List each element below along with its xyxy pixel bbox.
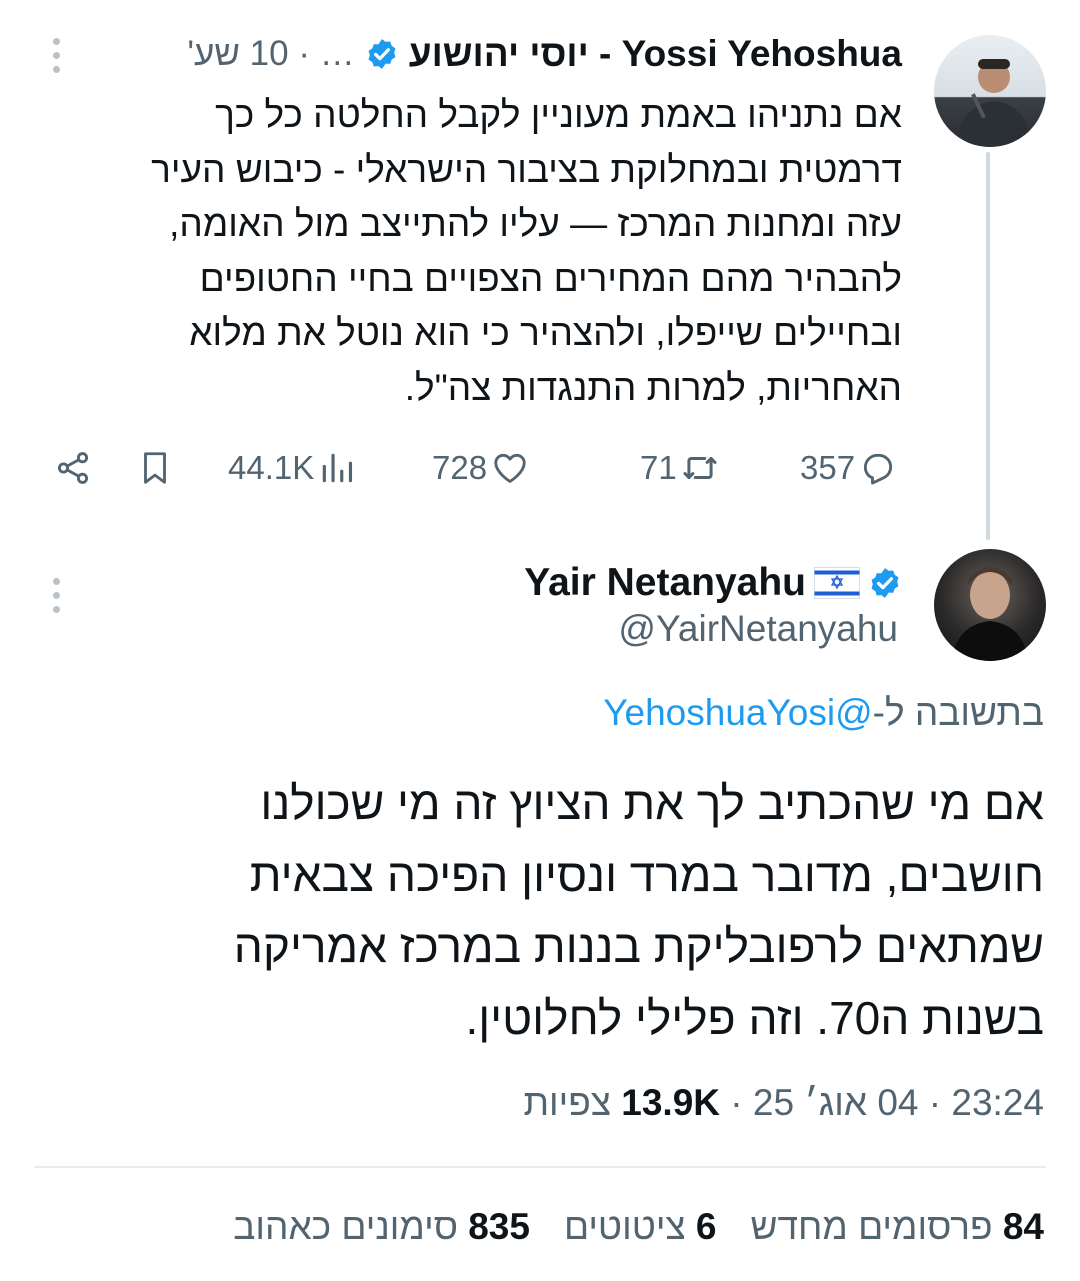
verified-badge-icon	[368, 39, 396, 69]
heart-icon	[494, 453, 526, 483]
tweet-text-line: אם מי שהכתיב לך את הציוץ זה מי שכולנו	[260, 777, 1044, 829]
time-date[interactable]: 23:24 · 04 אוג׳ 25 ·	[720, 1082, 1044, 1123]
tweet-text-line: ובחיילים שייפלו, ולהצהיר כי הוא נוטל את …	[189, 312, 902, 353]
reply-tweet-text: אם מי שהכתיב לך את הציוץ זה מי שכולנו חו…	[144, 768, 1044, 1054]
reply-tweet-header: Yair Netanyahu	[524, 556, 902, 610]
author-name[interactable]: יוסי יהושוע - Yossi Yehoshua	[409, 33, 902, 75]
views-label: צפיות	[523, 1082, 622, 1123]
reposts-count: 84	[1002, 1206, 1044, 1247]
tweet-text-line: בשנות ה70. וזה פלילי לחלוטין.	[465, 991, 1044, 1044]
likes-stat[interactable]: 835 סימונים כאהוב	[233, 1206, 530, 1248]
parent-tweet-header: יוסי יהושוע - Yossi Yehoshua … · 10 שע'	[187, 30, 902, 78]
share-button[interactable]	[54, 440, 92, 496]
tweet-timestamp: 23:24 · 04 אוג׳ 25 · 13.9K צפיות	[523, 1082, 1044, 1124]
reply-button[interactable]: 357	[800, 440, 897, 496]
likes-count: 835	[468, 1206, 530, 1247]
avatar[interactable]	[934, 549, 1046, 661]
tweet-text-line: להבהיר מהם המחירים הצפויים בחיי החטופים	[199, 257, 902, 299]
retweet-button[interactable]: 71	[640, 440, 719, 496]
tweet-text-line: אם נתניהו באמת מעוניין לקבל החלטה כל כך	[215, 94, 902, 135]
replying-to-label: בתשובה ל-	[872, 692, 1044, 733]
reply-icon	[863, 453, 893, 485]
views-count: 13.9K	[621, 1082, 721, 1123]
tweet-text-line: עזה ומחנות המרכז — עליו להתייצב מול האומ…	[169, 203, 902, 244]
author-name[interactable]: Yair Netanyahu	[524, 561, 806, 605]
avatar[interactable]	[934, 35, 1046, 147]
tweet-text-line: דרמטית ובמחלוקת בציבור הישראלי - כיבוש ה…	[151, 148, 902, 190]
quotes-label: ציטוטים	[563, 1206, 696, 1247]
person-photo-icon	[952, 567, 1028, 661]
retweet-icon	[683, 456, 717, 480]
reposts-label: פרסומים מחדש	[750, 1206, 1003, 1247]
israel-flag-icon	[814, 567, 860, 599]
quotes-stat[interactable]: 6 ציטוטים	[564, 1206, 717, 1248]
tweet-meta: … · 10 שע'	[187, 34, 355, 73]
views-count: 44.1K	[228, 449, 315, 486]
parent-tweet-text: אם נתניהו באמת מעוניין לקבל החלטה כל כך …	[42, 88, 902, 415]
analytics-icon	[323, 453, 353, 483]
replying-to: בתשובה ל-@YehoshuaYosi	[603, 692, 1044, 734]
quotes-count: 6	[695, 1206, 717, 1247]
likes-label: סימונים כאהוב	[233, 1206, 469, 1247]
bookmark-icon	[144, 452, 166, 484]
author-handle[interactable]: @YairNetanyahu	[618, 608, 898, 650]
more-options-icon[interactable]	[49, 38, 63, 73]
person-photo-icon	[956, 59, 1032, 147]
verified-badge-icon	[871, 568, 899, 598]
tweet-actions-bar: 44.1K 728 71 357	[0, 440, 1080, 496]
engagement-stats: 84 פרסומים מחדש 6 ציטוטים 835 סימונים כא…	[233, 1206, 1044, 1248]
share-icon	[57, 452, 89, 484]
retweets-count: 71	[640, 449, 677, 486]
tweet-text-line: חושבים, מדובר במרד ונסיון הפיכה צבאית	[249, 848, 1044, 901]
likes-count: 728	[432, 449, 488, 486]
views-button[interactable]: 44.1K	[228, 440, 356, 496]
replies-count: 357	[800, 449, 856, 486]
mention-link[interactable]: @YehoshuaYosi	[603, 692, 872, 733]
tweet-text-line: האחריות, למרות התנגדות צה"ל.	[404, 366, 902, 408]
tweet-text-line: שמתאים לרפובליקת בננות במרכז אמריקה	[233, 920, 1044, 972]
divider	[34, 1166, 1046, 1168]
bookmark-button[interactable]	[136, 440, 174, 496]
like-button[interactable]: 728	[432, 440, 529, 496]
reposts-stat[interactable]: 84 פרסומים מחדש	[751, 1206, 1045, 1248]
more-options-icon[interactable]	[49, 578, 63, 613]
